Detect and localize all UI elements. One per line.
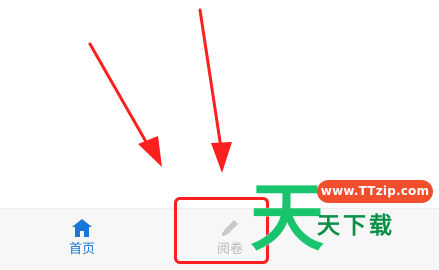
tab-home[interactable]: 首页 [22, 209, 142, 270]
tab-review-label: 阅卷 [216, 242, 243, 257]
tab-review[interactable]: 阅卷 [170, 209, 290, 270]
tab-home-label: 首页 [68, 242, 95, 257]
pencil-icon [219, 217, 241, 239]
arrow-right [198, 8, 232, 173]
watermark-url-badge: www.TTzip.com [317, 180, 433, 203]
bottom-tab-bar: 首页 阅卷 [0, 208, 439, 270]
arrow-left [88, 42, 162, 167]
home-icon [71, 217, 93, 239]
